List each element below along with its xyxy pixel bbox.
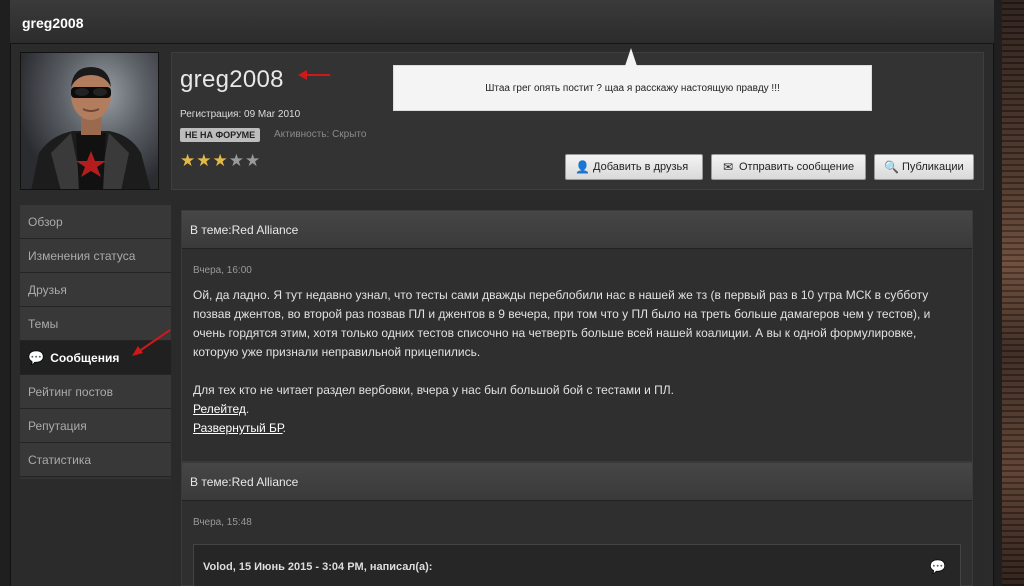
sidebar-item-label: Репутация	[28, 418, 87, 433]
post-topic-label: В теме:Red Alliance	[190, 223, 299, 237]
post: В теме:Red Alliance Вчера, 16:00 Ой, да …	[181, 210, 973, 462]
sidebar-item-friends[interactable]: Друзья	[20, 273, 171, 307]
speech-bubble-icon[interactable]: 💬	[930, 559, 946, 575]
add-friend-button[interactable]: 👤 Добавить в друзья	[565, 154, 703, 180]
post-date: Вчера, 15:48	[193, 517, 252, 528]
send-message-button[interactable]: ✉ Отправить сообщение	[711, 154, 866, 180]
sidebar-item-label: Статистика	[28, 452, 92, 467]
rating-stars: ★ ★ ★ ★ ★	[180, 152, 260, 170]
star-icon: ★	[196, 151, 212, 170]
post-topic-label: В теме:Red Alliance	[190, 475, 299, 489]
page-title: greg2008	[22, 15, 84, 31]
add-friend-label: Добавить в друзья	[593, 161, 689, 173]
activity-status: Активность: Скрыто	[274, 129, 367, 140]
sidebar-item-overview[interactable]: Обзор	[20, 205, 171, 239]
post-link-row: Релейтед.	[193, 400, 961, 419]
sidebar-item-label: Темы	[28, 316, 59, 331]
tooltip-text: Штаа грег опять постит ? щаа я расскажу …	[485, 82, 780, 94]
star-icon: ★	[212, 151, 228, 170]
link-suffix: .	[245, 402, 250, 416]
quote-header: Volod, 15 Июнь 2015 - 3:04 PM, написал(а…	[203, 561, 433, 573]
sidebar-item-reputation[interactable]: Репутация	[20, 409, 171, 443]
quote-block: Volod, 15 Июнь 2015 - 3:04 PM, написал(а…	[193, 544, 961, 586]
tooltip-bubble: Штаа грег опять постит ? щаа я расскажу …	[393, 48, 872, 111]
post: В теме:Red Alliance Вчера, 15:48 Volod, …	[181, 462, 973, 586]
link-suffix: .	[282, 421, 286, 435]
avatar	[20, 52, 159, 190]
post-link[interactable]: Релейтед	[193, 402, 246, 416]
send-message-label: Отправить сообщение	[739, 161, 855, 173]
sidebar-item-label: Рейтинг постов	[28, 384, 113, 399]
registration-date: Регистрация: 09 Mar 2010	[180, 109, 301, 120]
envelope-icon: ✉	[722, 160, 734, 174]
post-topic[interactable]: В теме:Red Alliance	[182, 463, 972, 501]
sidebar-item-post-rating[interactable]: Рейтинг постов	[20, 375, 171, 409]
profile-username: greg2008	[180, 66, 284, 93]
title-bar: greg2008	[10, 0, 994, 44]
messages-icon: 💬	[28, 349, 45, 365]
sidebar-item-label: Обзор	[28, 214, 63, 229]
star-icon: ★	[245, 151, 261, 170]
sidebar-item-label: Сообщения	[50, 350, 120, 365]
post-link[interactable]: Развернутый БР	[193, 421, 283, 435]
sidebar-item-status-changes[interactable]: Изменения статуса	[20, 239, 171, 273]
sidebar-item-label: Изменения статуса	[28, 248, 136, 263]
post-body: Ой, да ладно. Я тут недавно узнал, что т…	[182, 276, 972, 438]
annotation-arrow-icon	[298, 70, 330, 80]
search-icon: 🔍	[884, 160, 899, 174]
sidebar-item-statistics[interactable]: Статистика	[20, 443, 171, 477]
status-badge: НЕ НА ФОРУМЕ	[180, 128, 261, 142]
star-icon: ★	[228, 151, 244, 170]
star-icon: ★	[180, 151, 196, 170]
add-user-icon: 👤	[575, 160, 590, 174]
post-topic[interactable]: В теме:Red Alliance	[182, 211, 972, 249]
post-paragraph: Ой, да ладно. Я тут недавно узнал, что т…	[193, 288, 931, 359]
post-date: Вчера, 16:00	[193, 265, 252, 276]
post-link-row: Развернутый БР.	[193, 419, 961, 438]
annotation-arrow-icon	[132, 329, 171, 356]
background-decoration	[1002, 0, 1024, 586]
publications-button[interactable]: 🔍 Публикации	[874, 154, 974, 180]
post-paragraph: Для тех кто не читает раздел вербовки, в…	[193, 383, 675, 397]
sidebar-item-label: Друзья	[28, 282, 67, 297]
publications-label: Публикации	[902, 161, 964, 173]
